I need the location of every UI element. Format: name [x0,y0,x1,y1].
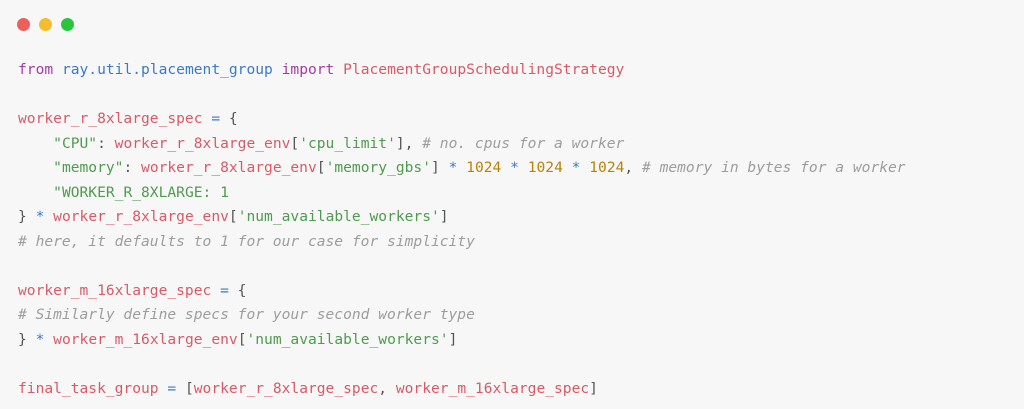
code-token: worker_r_8xlarge_env [141,159,317,176]
code-token: "CPU" [53,134,98,152]
code-token: "WORKER_R_8XLARGE: 1 [53,183,229,201]
code-line: # Similarly define specs for your second… [18,303,906,328]
close-icon[interactable] [17,18,30,31]
code-line: "WORKER_R_8XLARGE: 1 [18,181,906,206]
code-token: , [378,379,396,397]
code-token: 1024 [527,159,563,176]
code-window: from ray.util.placement_group import Pla… [0,0,1024,409]
code-token: = [167,379,177,397]
code-token: from [18,61,54,78]
code-token: ], [395,134,423,152]
code-token: "memory" [53,159,124,176]
code-token: worker_m_16xlarge_env [53,330,238,348]
code-token: 'cpu_limit' [299,134,396,152]
code-token: worker_m_16xlarge_spec [395,379,590,397]
code-token: [ [228,208,238,225]
code-line: worker_m_16xlarge_spec = { [18,279,906,304]
code-token: ] [589,379,598,397]
code-token: # no. cpus for a worker [422,134,625,152]
code-token: ] [448,330,458,348]
code-token: ] [431,159,449,176]
code-line: # here, it defaults to 1 for our case fo… [18,230,906,255]
code-token: 1024 [589,159,625,176]
code-token: worker_r_8xlarge_env [53,208,229,225]
code-token: : [97,134,115,152]
code-token: final_task_group [18,379,159,397]
code-token: # memory in bytes for a worker [642,159,906,176]
code-token: ] [439,208,449,225]
code-line: } * worker_r_8xlarge_env['num_available_… [18,205,906,230]
code-token: 'memory_gbs' [325,159,431,176]
code-token: worker_r_8xlarge_spec [18,110,203,127]
code-token: 'num_available_workers' [246,330,449,348]
code-line: from ray.util.placement_group import Pla… [18,58,906,83]
code-line: worker_r_8xlarge_spec = { [18,107,906,132]
code-token: [ [176,379,194,397]
code-token: , [624,159,642,176]
code-token: } [18,208,36,225]
code-token: # here, it defaults to 1 for our case fo… [18,232,475,250]
code-line: final_task_group = [worker_r_8xlarge_spe… [18,377,906,402]
code-token: 'num_available_workers' [237,208,440,225]
code-token: : [123,159,142,176]
maximize-icon[interactable] [61,18,74,31]
code-token: { [228,281,247,299]
code-token: [ [316,159,326,176]
code-block[interactable]: from ray.util.placement_group import Pla… [18,58,906,401]
code-token: worker_m_16xlarge_spec [18,281,212,299]
code-token: { [220,110,238,127]
code-line: "memory": worker_r_8xlarge_env['memory_g… [18,156,906,181]
code-token: # Similarly define specs for your second… [18,306,475,323]
code-token: } [18,330,36,348]
code-token: worker_r_8xlarge_spec [193,379,379,397]
code-token: PlacementGroupSchedulingStrategy [343,61,625,78]
minimize-icon[interactable] [39,18,52,31]
code-token: 1024 [466,159,502,176]
code-token: worker_r_8xlarge_env [114,134,291,152]
code-line: "CPU": worker_r_8xlarge_env['cpu_limit']… [18,132,906,157]
code-token: = [220,281,229,299]
code-token: * [510,159,519,176]
code-token: [ [290,134,300,152]
code-token: = [211,110,221,127]
code-token: ray.util.placement_group [61,61,273,78]
window-controls [17,18,74,31]
code-line: } * worker_m_16xlarge_env['num_available… [18,328,906,353]
code-token: import [281,61,335,78]
